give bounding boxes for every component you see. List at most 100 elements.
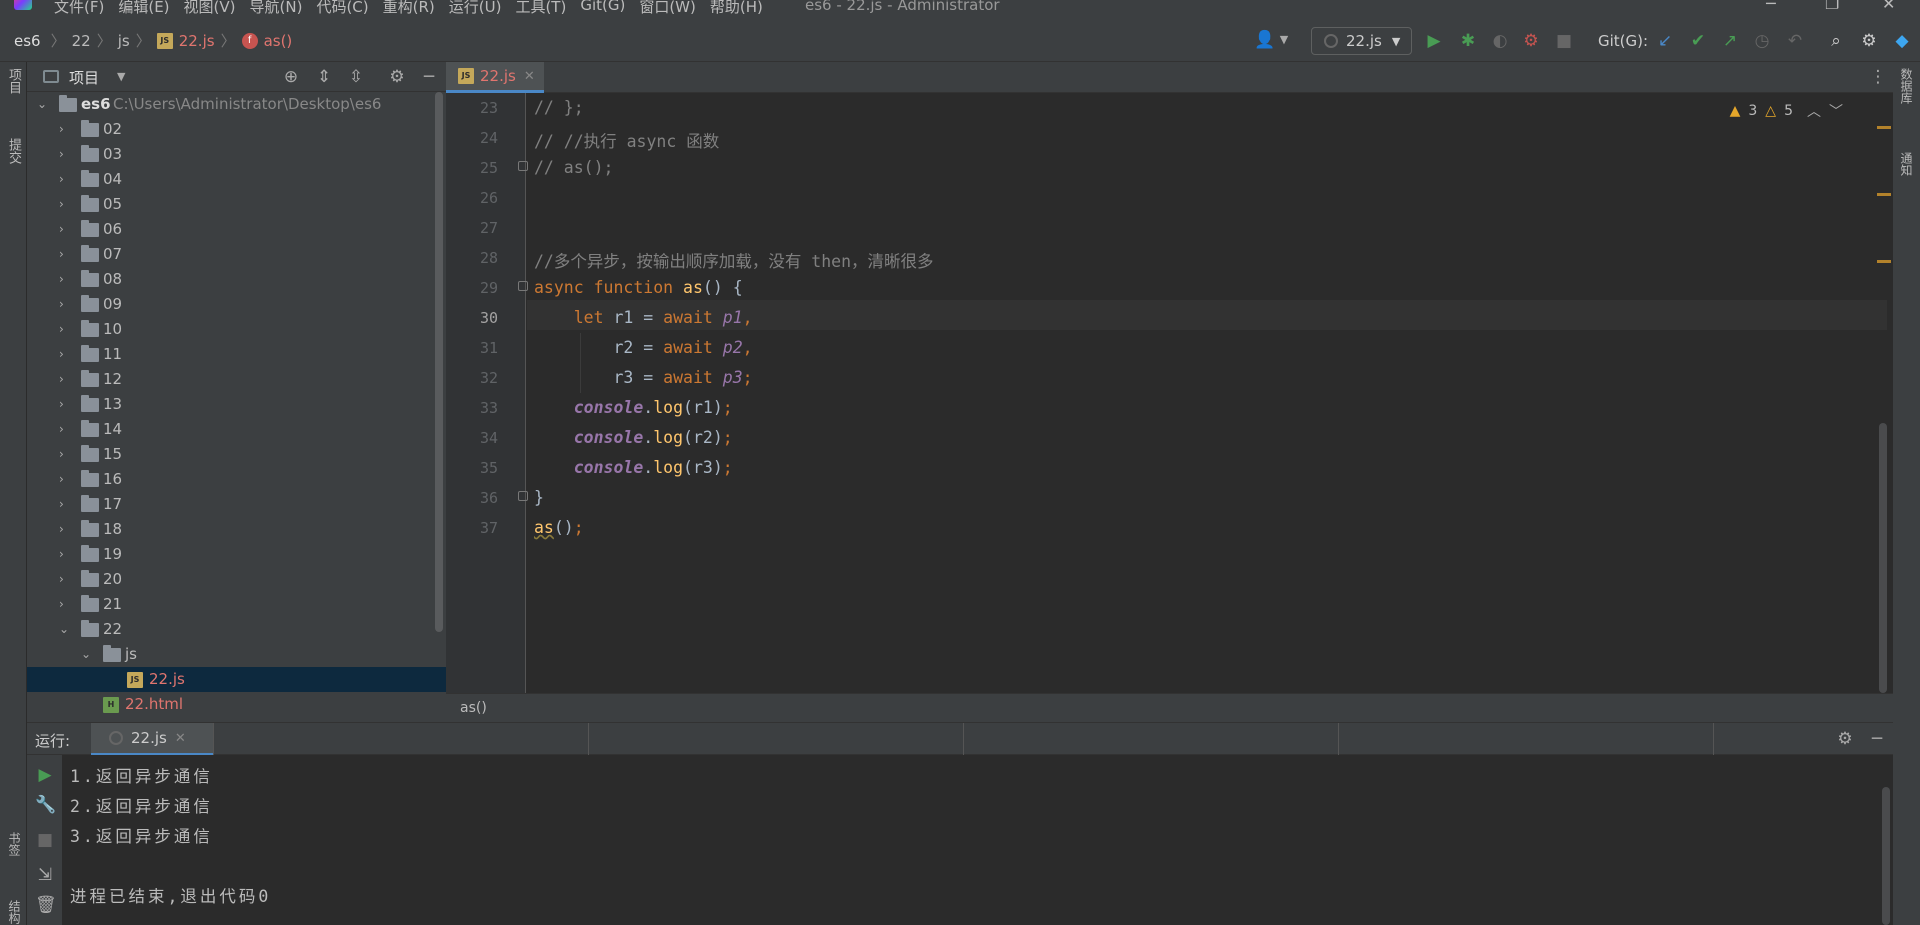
fold-icon[interactable] <box>518 281 528 291</box>
git-update-icon[interactable]: ↙ <box>1655 31 1675 51</box>
trash-icon[interactable]: 🗑 <box>35 895 57 915</box>
collapse-all-icon[interactable]: ⇳ <box>346 67 366 87</box>
commit-tool-tab[interactable]: 提交 <box>4 138 23 164</box>
code-editor[interactable]: 23 24 25 26 27 28 29 30 31 32 33 34 35 3… <box>446 93 1893 693</box>
project-view-chevron-icon[interactable]: ▼ <box>117 70 125 83</box>
breadcrumb-subfolder[interactable]: js <box>118 32 130 50</box>
chevron-down-icon[interactable]: ⌄ <box>81 642 91 667</box>
chevron-right-icon[interactable]: › <box>59 592 64 617</box>
run-tab-22-js[interactable]: 22.js ✕ <box>91 723 213 756</box>
restore-icon[interactable]: ❐ <box>1825 0 1839 13</box>
wrench-icon[interactable]: 🔧 <box>35 795 56 815</box>
tree-folder[interactable]: › 16 <box>27 467 446 492</box>
user-dropdown-chevron-icon[interactable]: ▼ <box>1274 30 1294 50</box>
tree-subfolder[interactable]: ⌄ js <box>27 642 446 667</box>
close-tab-icon[interactable]: ✕ <box>524 69 535 84</box>
git-history-icon[interactable]: ◷ <box>1752 31 1772 51</box>
tree-folder[interactable]: › 08 <box>27 267 446 292</box>
structure-tool-tab[interactable]: 结构 <box>6 900 23 924</box>
chevron-right-icon[interactable]: › <box>59 167 64 192</box>
user-icon[interactable]: 👤 <box>1254 30 1275 50</box>
tree-folder[interactable]: › 05 <box>27 192 446 217</box>
chevron-right-icon[interactable]: › <box>59 267 64 292</box>
chevron-right-icon[interactable]: › <box>59 242 64 267</box>
breadcrumb-function[interactable]: as() <box>264 32 293 50</box>
bookmarks-tool-tab[interactable]: 书签 <box>6 832 23 856</box>
chevron-right-icon[interactable]: › <box>59 417 64 442</box>
project-tool-tab[interactable]: 项目 <box>4 68 23 94</box>
tree-file[interactable]: H 22.html <box>27 692 446 717</box>
tree-folder[interactable]: › 21 <box>27 592 446 617</box>
breadcrumb-project[interactable]: es6 <box>14 32 41 50</box>
more-options-icon[interactable]: ⋮ <box>1868 67 1888 87</box>
error-stripe-mark[interactable] <box>1877 126 1891 129</box>
menu-refactor[interactable]: 重构(R) <box>383 0 435 14</box>
tree-folder[interactable]: › 03 <box>27 142 446 167</box>
tree-folder[interactable]: › 04 <box>27 167 446 192</box>
close-tab-icon[interactable]: ✕ <box>175 731 186 746</box>
tree-root[interactable]: ⌄ es6 C:\Users\Administrator\Desktop\es6 <box>27 92 446 117</box>
tree-folder[interactable]: › 19 <box>27 542 446 567</box>
run-configuration-select[interactable]: 22.js ▼ <box>1311 27 1412 55</box>
toolbox-icon[interactable]: ◆ <box>1892 31 1912 51</box>
chevron-right-icon[interactable]: › <box>59 342 64 367</box>
hide-panel-icon[interactable]: ─ <box>419 67 439 87</box>
breadcrumb-file[interactable]: 22.js <box>179 32 215 50</box>
breadcrumb-folder[interactable]: 22 <box>72 32 91 50</box>
tab-22-js[interactable]: JS 22.js ✕ <box>446 62 544 93</box>
debug-icon[interactable]: ✱ <box>1458 31 1478 51</box>
profile-icon[interactable]: ⚙ <box>1521 31 1541 51</box>
menu-file[interactable]: 文件(F) <box>54 0 104 14</box>
tree-folder[interactable]: ⌄ 22 <box>27 617 446 642</box>
git-rollback-icon[interactable]: ↶ <box>1785 31 1805 51</box>
chevron-right-icon[interactable]: › <box>59 367 64 392</box>
chevron-down-icon[interactable]: ⌄ <box>59 617 69 642</box>
next-highlight-icon[interactable]: ﹀ <box>1829 101 1843 121</box>
tree-folder[interactable]: › 09 <box>27 292 446 317</box>
chevron-right-icon[interactable]: › <box>59 292 64 317</box>
git-push-icon[interactable]: ↗ <box>1720 31 1740 51</box>
inspection-widget[interactable]: ▲ 3 △ 5 ︿ ﹀ <box>1730 101 1843 121</box>
chevron-right-icon[interactable]: › <box>59 517 64 542</box>
fold-icon[interactable] <box>518 161 528 171</box>
tree-folder[interactable]: › 07 <box>27 242 446 267</box>
menu-help[interactable]: 帮助(H) <box>710 0 763 14</box>
chevron-right-icon[interactable]: › <box>59 117 64 142</box>
menu-view[interactable]: 视图(V) <box>184 0 236 14</box>
tree-folder[interactable]: › 17 <box>27 492 446 517</box>
menu-tools[interactable]: 工具(T) <box>515 0 566 14</box>
project-view-label[interactable]: 项目 <box>69 67 99 88</box>
database-tool-tab[interactable]: 数据库 <box>1898 68 1915 104</box>
chevron-right-icon[interactable]: › <box>59 392 64 417</box>
fold-icon[interactable] <box>518 491 528 501</box>
chevron-right-icon[interactable]: › <box>59 217 64 242</box>
menu-window[interactable]: 窗口(W) <box>639 0 696 14</box>
stop-icon[interactable]: ■ <box>35 830 55 850</box>
tree-folder[interactable]: › 02 <box>27 117 446 142</box>
chevron-down-icon[interactable]: ⌄ <box>37 92 47 117</box>
close-window-icon[interactable]: ✕ <box>1882 0 1895 13</box>
menu-code[interactable]: 代码(C) <box>316 0 368 14</box>
tree-folder[interactable]: › 12 <box>27 367 446 392</box>
search-icon[interactable]: ⌕ <box>1826 31 1846 51</box>
chevron-right-icon[interactable]: › <box>59 442 64 467</box>
chevron-right-icon[interactable]: › <box>59 317 64 342</box>
gear-icon[interactable]: ⚙ <box>387 67 407 87</box>
chevron-right-icon[interactable]: › <box>59 542 64 567</box>
chevron-right-icon[interactable]: › <box>59 492 64 517</box>
previous-highlight-icon[interactable]: ︿ <box>1807 101 1821 121</box>
rerun-icon[interactable]: ▶ <box>35 765 55 785</box>
run-console[interactable]: 1.返回异步通信 2.返回异步通信 3.返回异步通信 进程已结束,退出代码0 <box>62 755 1893 925</box>
settings-gear-icon[interactable]: ⚙ <box>1859 31 1879 51</box>
error-stripe-mark[interactable] <box>1877 193 1891 196</box>
editor-breadcrumb-function[interactable]: as() <box>460 700 487 716</box>
chevron-right-icon[interactable]: › <box>59 192 64 217</box>
editor-scrollbar[interactable] <box>1879 423 1887 693</box>
menu-run[interactable]: 运行(U) <box>449 0 502 14</box>
expand-all-icon[interactable]: ⇕ <box>314 67 334 87</box>
menu-edit[interactable]: 编辑(E) <box>118 0 169 14</box>
menu-navigate[interactable]: 导航(N) <box>250 0 303 14</box>
soft-wrap-icon[interactable]: ⇲ <box>35 865 55 885</box>
tree-folder[interactable]: › 06 <box>27 217 446 242</box>
gear-icon[interactable]: ⚙ <box>1835 729 1855 749</box>
